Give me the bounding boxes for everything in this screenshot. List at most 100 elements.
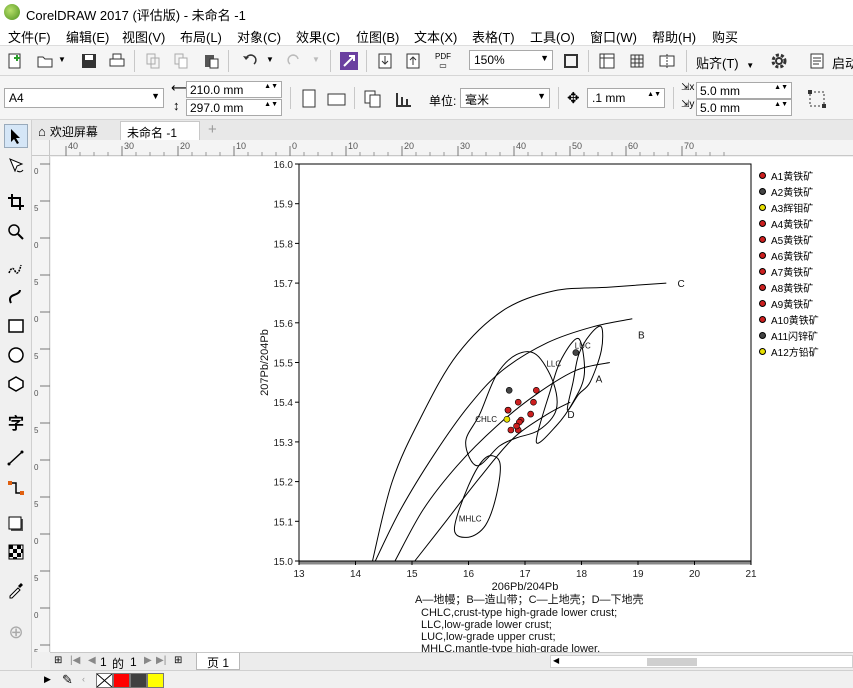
menu-edit[interactable]: 编辑(E) bbox=[66, 27, 109, 46]
last-page-icon[interactable]: ▶| bbox=[156, 655, 166, 666]
show-guidelines-icon[interactable] bbox=[656, 50, 678, 72]
page-width-spinner-icon[interactable]: ▲▼ bbox=[264, 83, 278, 90]
tab-welcome-screen[interactable]: ⌂ 欢迎屏幕 bbox=[32, 121, 104, 140]
import-icon[interactable] bbox=[374, 50, 396, 72]
page-size-combo[interactable]: A4 ▼ bbox=[4, 88, 164, 108]
scrollbar-thumb[interactable] bbox=[647, 658, 697, 666]
zoom-combo[interactable]: 150% ▼ bbox=[469, 50, 553, 70]
polygon-tool-icon[interactable] bbox=[4, 372, 28, 396]
ellipse-tool-icon[interactable] bbox=[4, 343, 28, 367]
page-height-input[interactable]: 297.0 mm ▲▼ bbox=[186, 99, 282, 116]
redo-dropdown-icon[interactable]: ▼ bbox=[312, 55, 320, 64]
menu-layout[interactable]: 布局(L) bbox=[180, 27, 222, 46]
show-rulers-icon[interactable] bbox=[596, 50, 618, 72]
snap-to-button[interactable]: 贴齐(T) ▼ bbox=[696, 53, 754, 72]
launch-label[interactable]: 启动 bbox=[832, 53, 853, 72]
add-page-before-icon[interactable]: ⊞ bbox=[54, 655, 62, 666]
menu-bitmaps[interactable]: 位图(B) bbox=[356, 27, 399, 46]
duplicate-x-input[interactable]: 5.0 mm ▲▼ bbox=[696, 82, 792, 99]
crop-tool-icon[interactable] bbox=[4, 190, 28, 214]
unit-dropdown-icon[interactable]: ▼ bbox=[537, 91, 546, 101]
duplicate-y-input[interactable]: 5.0 mm ▲▼ bbox=[696, 99, 792, 116]
open-folder-icon[interactable] bbox=[34, 50, 56, 72]
paste-icon[interactable] bbox=[200, 50, 222, 72]
shape-tool-icon[interactable] bbox=[4, 154, 28, 178]
menu-buy[interactable]: 购买 bbox=[712, 27, 738, 46]
treat-as-filled-icon[interactable] bbox=[806, 88, 828, 110]
freehand-tool-icon[interactable] bbox=[4, 256, 28, 280]
artistic-media-tool-icon[interactable] bbox=[4, 285, 28, 309]
page-tab-1[interactable]: 页 1 bbox=[196, 653, 241, 670]
portrait-icon[interactable] bbox=[298, 88, 320, 110]
menu-file[interactable]: 文件(F) bbox=[8, 27, 51, 46]
copy-icon[interactable] bbox=[170, 50, 192, 72]
rectangle-tool-icon[interactable] bbox=[4, 314, 28, 338]
field-label: CHLC bbox=[475, 415, 497, 424]
page-width-input[interactable]: 210.0 mm ▲▼ bbox=[186, 81, 282, 98]
menu-help[interactable]: 帮助(H) bbox=[652, 27, 696, 46]
new-document-icon[interactable] bbox=[4, 50, 26, 72]
current-page-icon[interactable] bbox=[392, 88, 414, 110]
full-screen-icon[interactable] bbox=[560, 50, 582, 72]
palette-scroll-left-icon[interactable]: ‹ bbox=[82, 674, 85, 684]
palette-menu-icon[interactable]: ▶ bbox=[44, 674, 51, 685]
eyedropper-tool-icon[interactable] bbox=[4, 578, 28, 602]
color-swatch-dark-gray[interactable] bbox=[130, 673, 147, 688]
corel-connect-icon[interactable] bbox=[338, 50, 360, 72]
pick-tool-icon[interactable] bbox=[4, 124, 28, 148]
menu-view[interactable]: 视图(V) bbox=[122, 27, 165, 46]
ruler-origin[interactable] bbox=[32, 140, 50, 156]
drawing-canvas[interactable]: 13 14 15 16 17 18 19 20 21 15.0 15.1 15.2 15.3 15.4 15… bbox=[51, 157, 853, 652]
unit-combo[interactable]: 毫米 ▼ bbox=[460, 88, 550, 108]
undo-dropdown-icon[interactable]: ▼ bbox=[266, 55, 274, 64]
duplicate-x-spinner-icon[interactable]: ▲▼ bbox=[774, 84, 788, 91]
drop-shadow-tool-icon[interactable] bbox=[4, 512, 28, 536]
add-tool-icon[interactable]: ⊕ bbox=[4, 620, 28, 644]
zoom-tool-icon[interactable] bbox=[4, 220, 28, 244]
no-color-swatch[interactable] bbox=[96, 673, 113, 688]
nudge-spinner-icon[interactable]: ▲▼ bbox=[647, 91, 661, 98]
menu-tools[interactable]: 工具(O) bbox=[530, 27, 575, 46]
toolbar-separator bbox=[134, 50, 135, 72]
text-tool-icon[interactable]: 字 bbox=[4, 410, 28, 434]
new-tab-add-icon[interactable]: + bbox=[202, 121, 223, 140]
menu-object[interactable]: 对象(C) bbox=[237, 27, 281, 46]
color-swatch-yellow[interactable] bbox=[147, 673, 164, 688]
menu-window[interactable]: 窗口(W) bbox=[590, 27, 637, 46]
menu-table[interactable]: 表格(T) bbox=[472, 27, 515, 46]
print-icon[interactable] bbox=[106, 50, 128, 72]
undo-icon[interactable] bbox=[238, 50, 260, 72]
scroll-left-icon[interactable]: ◀ bbox=[553, 656, 559, 665]
options-gear-icon[interactable] bbox=[768, 50, 790, 72]
publish-pdf-icon[interactable]: PDF ▭ bbox=[432, 52, 454, 70]
next-page-icon[interactable]: ▶ bbox=[144, 655, 152, 666]
menu-effects[interactable]: 效果(C) bbox=[296, 27, 340, 46]
page-height-spinner-icon[interactable]: ▲▼ bbox=[264, 101, 278, 108]
zoom-dropdown-icon[interactable]: ▼ bbox=[540, 53, 549, 63]
open-dropdown-icon[interactable]: ▼ bbox=[58, 55, 66, 64]
connector-tool-icon[interactable] bbox=[4, 476, 28, 500]
duplicate-y-spinner-icon[interactable]: ▲▼ bbox=[774, 101, 788, 108]
previous-page-icon[interactable]: ◀ bbox=[88, 655, 96, 666]
add-page-after-icon[interactable]: ⊞ bbox=[174, 655, 182, 666]
menu-text[interactable]: 文本(X) bbox=[414, 27, 457, 46]
landscape-icon[interactable] bbox=[326, 88, 348, 110]
save-icon[interactable] bbox=[78, 50, 100, 72]
tab-document[interactable]: 未命名 -1 bbox=[120, 121, 200, 140]
eyedropper-palette-icon[interactable]: ✎ bbox=[62, 672, 73, 688]
redo-icon[interactable] bbox=[284, 50, 306, 72]
nudge-distance-input[interactable]: .1 mm ▲▼ bbox=[587, 88, 665, 108]
cut-icon[interactable] bbox=[142, 50, 164, 72]
horizontal-scrollbar[interactable]: ◀ bbox=[550, 655, 853, 668]
page-size-dropdown-icon[interactable]: ▼ bbox=[151, 91, 160, 101]
all-pages-icon[interactable] bbox=[362, 88, 384, 110]
show-grid-icon[interactable] bbox=[626, 50, 648, 72]
vertical-ruler[interactable]: 0 5 0 5 0 5 0 5 0 5 0 5 0 5 bbox=[32, 156, 50, 657]
export-icon[interactable] bbox=[402, 50, 424, 72]
color-swatch-red[interactable] bbox=[113, 673, 130, 688]
parallel-dimension-tool-icon[interactable] bbox=[4, 446, 28, 470]
transparency-tool-icon[interactable] bbox=[4, 540, 28, 564]
horizontal-ruler[interactable]: 40 30 20 10 0 10 20 30 40 50 60 70 bbox=[50, 140, 853, 156]
first-page-icon[interactable]: |◀ bbox=[70, 655, 80, 666]
launch-icon[interactable] bbox=[806, 50, 828, 72]
